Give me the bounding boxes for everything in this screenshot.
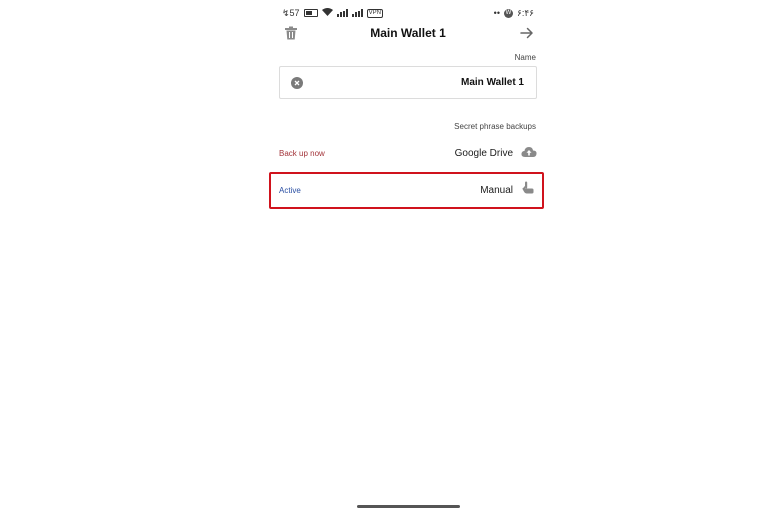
backup-row-google-drive[interactable]: Back up now Google Drive: [279, 141, 537, 165]
header: Main Wallet 1: [278, 22, 538, 44]
page-title: Main Wallet 1: [370, 26, 446, 40]
arrow-right-icon[interactable]: [518, 24, 536, 42]
status-left-text: ↯57: [282, 7, 300, 18]
backup-row-manual[interactable]: Active Manual: [279, 178, 534, 202]
name-label: Name: [514, 53, 536, 62]
backup-status: Active: [279, 185, 301, 195]
signal-icon: [336, 9, 348, 17]
home-indicator[interactable]: [357, 505, 460, 508]
trash-icon[interactable]: [282, 24, 300, 42]
wallet-name-input[interactable]: Main Wallet 1: [279, 66, 537, 99]
notification-badge: W: [503, 8, 513, 18]
status-dots: ••: [493, 8, 500, 18]
row-right: Google Drive: [455, 144, 537, 162]
phone-screen: ↯57 VPN •• W ۶:۴۶ Main Wallet 1 Name Mai…: [268, 0, 548, 512]
status-time: ۶:۴۶: [516, 7, 534, 18]
backups-label: Secret phrase backups: [454, 122, 536, 131]
status-left: ↯57 VPN: [282, 8, 383, 19]
status-bar: ↯57 VPN •• W ۶:۴۶: [282, 6, 534, 20]
backup-title: Manual: [480, 184, 513, 196]
cloud-upload-icon: [521, 144, 537, 162]
hand-pointer-icon: [521, 181, 534, 199]
wallet-name-value: Main Wallet 1: [461, 77, 524, 88]
status-right: •• W ۶:۴۶: [494, 8, 534, 19]
row-right: Manual: [480, 181, 534, 199]
clear-icon[interactable]: [291, 76, 303, 89]
battery-icon: [303, 9, 318, 17]
signal-icon: [351, 9, 363, 17]
wifi-icon: [321, 8, 333, 18]
backup-title: Google Drive: [454, 147, 513, 159]
vpn-badge: VPN: [366, 8, 383, 18]
backup-status: Back up now: [279, 148, 325, 158]
